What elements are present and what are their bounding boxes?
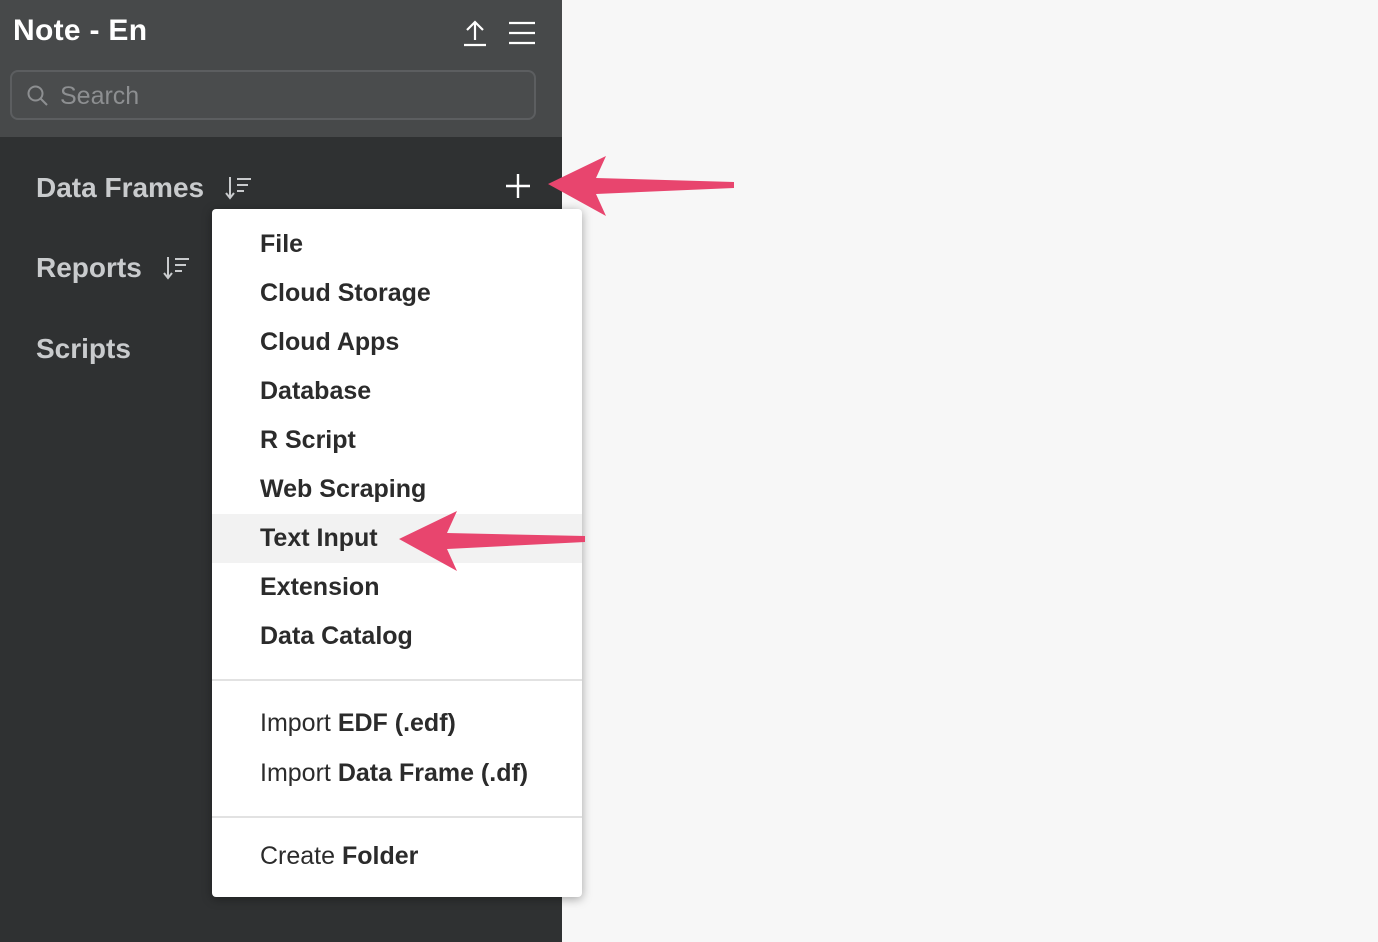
- menu-item-create-folder[interactable]: Create Folder: [212, 832, 582, 881]
- app-title: Note - En: [13, 14, 148, 47]
- menu-item-file[interactable]: File: [212, 220, 582, 269]
- section-label-reports: Reports: [36, 252, 142, 283]
- menu-divider: [212, 816, 582, 818]
- menu-item-import-edf[interactable]: Import EDF (.edf): [212, 699, 582, 748]
- search-input[interactable]: [58, 78, 522, 114]
- create-folder-prefix: Create: [260, 842, 336, 870]
- plus-icon[interactable]: [502, 170, 534, 202]
- menu-item-data-catalog[interactable]: Data Catalog: [212, 612, 582, 661]
- section-scripts[interactable]: Scripts: [36, 329, 131, 369]
- menu-item-web-scraping[interactable]: Web Scraping: [212, 465, 582, 514]
- search-icon: [27, 85, 48, 106]
- menu-item-text-input[interactable]: Text Input: [212, 514, 582, 563]
- sort-icon[interactable]: [162, 253, 192, 283]
- section-reports[interactable]: Reports: [36, 248, 192, 288]
- section-label-scripts: Scripts: [36, 333, 131, 364]
- upload-icon[interactable]: [460, 18, 490, 48]
- import-edf-prefix: Import: [260, 709, 331, 737]
- add-data-frame-menu: File Cloud Storage Cloud Apps Database R…: [212, 209, 582, 897]
- create-folder-label: Folder: [342, 842, 419, 870]
- import-df-prefix: Import: [260, 759, 331, 787]
- menu-divider: [212, 679, 582, 681]
- section-data-frames[interactable]: Data Frames: [36, 168, 254, 208]
- hamburger-menu-icon[interactable]: [507, 18, 537, 48]
- import-df-label: Data Frame (.df): [337, 759, 529, 787]
- section-label-data-frames: Data Frames: [36, 172, 205, 203]
- sidebar-header: Note - En: [0, 0, 562, 137]
- menu-item-extension[interactable]: Extension: [212, 563, 582, 612]
- menu-item-cloud-storage[interactable]: Cloud Storage: [212, 269, 582, 318]
- menu-item-database[interactable]: Database: [212, 367, 582, 416]
- menu-item-import-df[interactable]: Import Data Frame (.df): [212, 749, 582, 798]
- menu-item-cloud-apps[interactable]: Cloud Apps: [212, 318, 582, 367]
- search-box[interactable]: [10, 70, 536, 120]
- import-edf-label: EDF (.edf): [337, 709, 456, 737]
- sort-icon[interactable]: [224, 173, 254, 203]
- menu-item-r-script[interactable]: R Script: [212, 416, 582, 465]
